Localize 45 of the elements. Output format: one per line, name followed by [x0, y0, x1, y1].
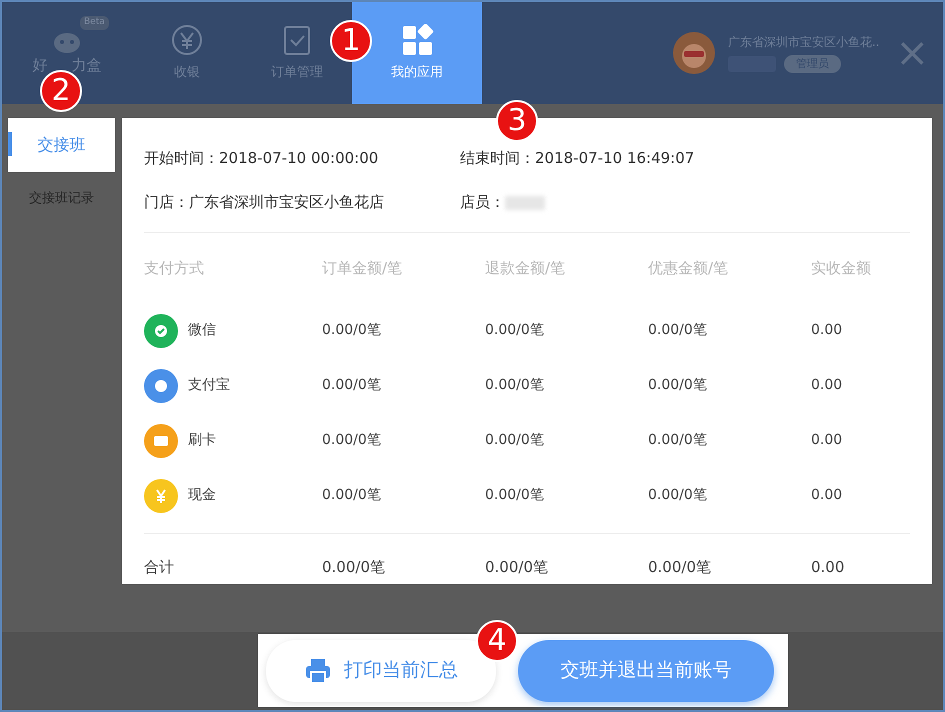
column-header: 支付方式 [144, 258, 205, 279]
staff-label: 店员： [460, 192, 505, 211]
table-cell-text: 0.00/0笔 [648, 376, 707, 395]
column-header: 订单金额/笔 [322, 258, 404, 279]
table-cell-text: 0.00/0笔 [485, 557, 548, 578]
store-name: 广东省深圳市宝安区小鱼花.. [728, 34, 880, 51]
table-cell-text: 0.00 [811, 431, 842, 450]
close-button[interactable]: × [891, 33, 933, 73]
table-cell-text: 0.00/0笔 [648, 557, 711, 578]
table-cell-text: 0.00/0笔 [322, 557, 385, 578]
handover-logout-button[interactable]: 交班并退出当前账号 [518, 640, 774, 702]
total-label: 合计 [144, 557, 174, 578]
table-cell-text: 0.00/0笔 [322, 321, 381, 340]
table-cell-text: 0.00 [811, 376, 842, 395]
payment-method: 支付宝 [188, 376, 230, 395]
nav-tab[interactable]: 收银 [132, 2, 242, 104]
table-cell-text: 0.00 [811, 557, 844, 578]
column-header: 退款金额/笔 [485, 258, 566, 279]
printer-icon [304, 656, 332, 684]
start-time: 开始时间：2018-07-10 00:00:00 [144, 148, 380, 169]
store-info: 门店：广东省深圳市宝安区小鱼花店 [144, 192, 385, 213]
payment-method: 刷卡 [188, 431, 216, 450]
table-cell-text: 0.00/0笔 [485, 376, 544, 395]
table-cell-text: 0.00/0笔 [485, 431, 544, 450]
callout-number: 4 [476, 620, 518, 662]
end-time: 结束时间：2018-07-10 16:49:07 [460, 148, 694, 169]
table-cell-text: 0.00/0笔 [485, 321, 544, 340]
table-cell-text: 0.00/0笔 [485, 486, 544, 505]
table-cell-text: 0.00/0笔 [322, 431, 381, 450]
table-cell-text: 0.00 [811, 486, 842, 505]
table-cell-text: 0.00 [811, 321, 842, 340]
blurred-staff [505, 196, 545, 210]
grid-icon [400, 24, 434, 57]
yen-icon [170, 24, 204, 57]
payment-method: 微信 [188, 321, 216, 340]
table-cell-text: 0.00/0笔 [322, 376, 381, 395]
table-cell-text: 0.00/0笔 [322, 486, 381, 505]
table-cell-text: 0.00/0笔 [648, 431, 707, 450]
table-cell-text: 0.00/0笔 [648, 486, 707, 505]
column-header: 优惠金额/笔 [648, 258, 730, 279]
avatar [672, 31, 716, 75]
table-cell-text: 0.00/0笔 [648, 321, 707, 340]
sidebar-item[interactable]: 交接班 [8, 118, 115, 172]
column-header: 实收金额 [811, 258, 872, 279]
payment-method: 现金 [188, 486, 216, 505]
